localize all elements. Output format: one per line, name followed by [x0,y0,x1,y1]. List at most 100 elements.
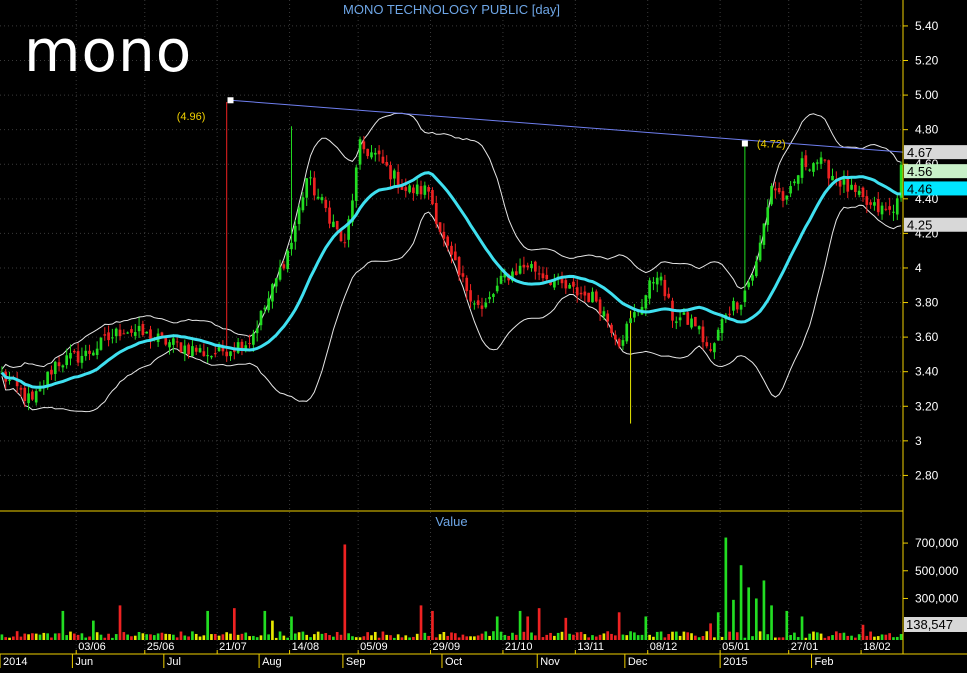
value-tick-label: 500,000 [915,564,959,578]
candle-body [389,165,392,180]
volume-bar [84,637,88,640]
volume-bar [396,634,400,640]
candle-body [796,175,800,184]
candle-body [526,265,530,268]
volume-bar [65,635,69,640]
volume-bar [572,634,575,640]
month-tick-label: Dec [628,656,648,668]
candle-body [61,365,65,368]
volume-bar [206,610,209,640]
candle-body [766,207,770,225]
volume-bar [240,633,244,640]
volume-bar [480,633,484,640]
volume-bar [164,633,168,640]
candle-body [278,267,282,280]
volume-bar [598,634,602,640]
candle-body [65,355,69,366]
candle-body [194,347,198,352]
candle-body [168,342,171,348]
candle-body [446,236,450,246]
candle-body [842,178,846,185]
volume-bar [476,635,480,640]
volume-bar [244,632,248,640]
volume-bar [796,637,800,640]
candle-body [594,291,598,302]
volume-bar [827,636,831,640]
volume-bar [431,610,434,640]
candle-body [210,355,213,358]
volume-bar [747,587,751,640]
volume-bar [884,634,888,640]
candle-body [293,225,297,242]
moving-average-line [0,171,902,389]
volume-bar [316,631,320,640]
candle-body [758,242,762,261]
volume-bar [313,634,316,640]
candle-body [313,177,316,196]
volume-bar [15,631,19,640]
volume-bar [819,633,823,640]
volume-bar [370,635,373,640]
volume-bar [694,635,697,640]
candle-body [541,273,545,279]
volume-bar [530,632,533,640]
candle-body [713,343,716,353]
volume-bar [629,631,632,640]
candle-body [804,155,808,167]
candle-body [412,187,415,194]
volume-bar [252,635,255,640]
volume-bar [229,633,232,640]
volume-bar [320,633,324,640]
price-tick-label: 3.80 [915,296,939,310]
date-tick-label: 21/07 [219,641,247,653]
volume-bar [690,633,693,640]
candle-body [408,185,411,193]
volume-bar [149,634,152,640]
candle-body [107,332,110,341]
volume-bar [446,635,450,640]
date-tick-label: 27/01 [791,641,819,653]
volume-bar [187,636,190,640]
volume-bar [834,631,838,640]
volume-bar [88,636,91,640]
chart-title: MONO TECHNOLOGY PUBLIC [day] [343,2,560,17]
volume-bar [271,620,274,640]
volume-bar [579,631,583,640]
candle-body [568,284,571,289]
candle-body [469,290,472,302]
price-tick-label: 3.40 [915,365,939,379]
candle-body [324,199,328,209]
trendline-handle-1 [741,140,748,147]
volume-bar [404,635,408,640]
candle-body [465,277,469,292]
volume-bar [789,635,792,640]
candle-body [370,152,373,158]
candle-body [583,291,587,296]
volume-bar [541,637,545,640]
candle-body [652,282,655,284]
volume-bar [473,636,476,640]
candle-body [762,223,766,245]
volume-bar [716,612,720,640]
volume-bar [152,635,156,640]
lower-band-line [1,204,902,413]
candle-body [625,323,629,342]
volume-bar [107,633,110,640]
candle-body [160,332,164,336]
volume-bar [377,637,381,640]
candle-body [644,295,648,309]
volume-bar [815,632,819,640]
candle-body [130,329,133,333]
candle-body [332,221,335,228]
volume-bar [617,612,621,640]
volume-bar [118,605,122,640]
candle-body [709,349,712,351]
candle-body [145,331,149,334]
volume-bar [8,637,11,640]
candle-body [34,391,38,403]
volume-bar [210,634,213,640]
candle-body [373,152,377,155]
volume-bar [511,632,514,640]
candle-body [747,282,751,288]
volume-bar [621,634,625,640]
